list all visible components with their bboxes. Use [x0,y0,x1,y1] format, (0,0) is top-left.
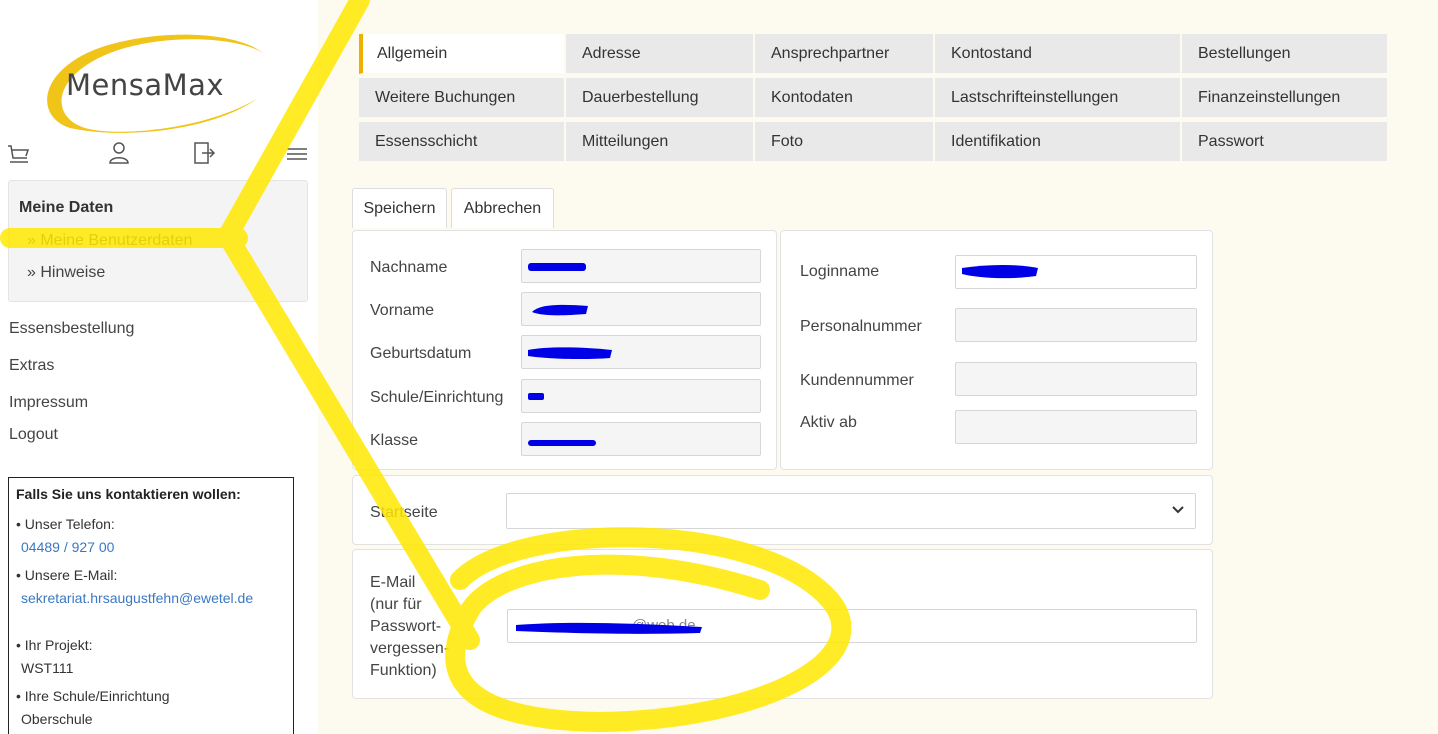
panel-email: E-Mail (nur für Passwort- vergessen- Fun… [352,549,1213,699]
redaction-mark [528,440,596,446]
tab-adresse[interactable]: Adresse [566,34,753,74]
cart-icon[interactable] [6,140,36,170]
contact-school-label: • Ihre Schule/Einrichtung [16,688,170,704]
input-schule[interactable] [521,379,761,413]
label-loginname: Loginname [800,263,880,280]
startseite-select[interactable] [506,493,1196,529]
label-email-line-2: (nur für [370,596,422,613]
tab-mitteilungen[interactable]: Mitteilungen [566,122,753,162]
nav-meine-daten: Meine Daten » Meine Benutzerdaten » Hinw… [8,180,308,302]
label-email-line-4: vergessen- [370,640,450,657]
label-startseite: Startseite [370,504,438,521]
label-klasse: Klasse [370,432,419,449]
label-nachname: Nachname [370,259,448,276]
link-logout[interactable]: Logout [9,426,58,444]
label-email-line-5: Funktion) [370,662,437,679]
menu-icon[interactable] [284,140,314,170]
tab-passwort[interactable]: Passwort [1182,122,1387,162]
label-schule: Schule/Einrichtung [370,389,504,406]
panel-account-data: Loginname Personalnummer Kundennummer Ak… [780,230,1213,470]
contact-project-label: • Ihr Projekt: [16,637,93,653]
panel-personal-data: Nachname Vorname Geburtsdatum Schule/Ein… [352,230,777,470]
nav-item-meine-benutzerdaten[interactable]: » Meine Benutzerdaten [27,232,192,250]
tab-lastschrifteinstellungen[interactable]: Lastschrifteinstellungen [935,78,1180,118]
tab-essensschicht[interactable]: Essensschicht [359,122,564,162]
redaction-mark [532,304,588,316]
redaction-mark [528,393,544,400]
input-kundennummer[interactable] [955,362,1197,396]
tab-weitere-buchungen[interactable]: Weitere Buchungen [359,78,564,118]
contact-project-value: WST111 [21,660,74,676]
contact-box: Falls Sie uns kontaktieren wollen: • Uns… [8,477,294,734]
tab-dauerbestellung[interactable]: Dauerbestellung [566,78,753,118]
label-geburtsdatum: Geburtsdatum [370,345,472,362]
input-vorname[interactable] [521,292,761,326]
tab-foto[interactable]: Foto [755,122,933,162]
contact-title: Falls Sie uns kontaktieren wollen: [16,486,241,502]
input-klasse[interactable] [521,422,761,456]
label-kundennummer: Kundennummer [800,372,914,389]
mensamax-logo[interactable]: MensaMax [30,20,290,135]
save-button[interactable]: Speichern [352,188,447,228]
user-icon[interactable] [106,140,136,170]
redaction-mark [528,263,586,271]
redaction-mark [516,622,702,634]
tab-finanzeinstellungen[interactable]: Finanzeinstellungen [1182,78,1387,118]
tab-bestellungen[interactable]: Bestellungen [1182,34,1387,74]
tab-kontostand[interactable]: Kontostand [935,34,1180,74]
label-email-line-3: Passwort- [370,618,442,635]
input-nachname[interactable] [521,249,761,283]
tab-kontodaten[interactable]: Kontodaten [755,78,933,118]
nav-item-hinweise[interactable]: » Hinweise [27,264,105,282]
sidebar-toolbar [0,140,318,172]
input-loginname[interactable] [955,255,1197,289]
link-essensbestellung[interactable]: Essensbestellung [9,320,134,338]
label-personalnummer: Personalnummer [800,318,922,335]
link-extras[interactable]: Extras [9,357,54,375]
tab-ansprechpartner[interactable]: Ansprechpartner [755,34,933,74]
redaction-mark [528,347,612,360]
tab-bar: Allgemein Adresse Ansprechpartner Kontos… [359,34,1387,162]
contact-phone-link[interactable]: 04489 / 927 00 [21,539,114,555]
link-impressum[interactable]: Impressum [9,394,88,412]
logo-text: MensaMax [66,68,225,102]
contact-school-value: Oberschule [21,711,93,727]
input-personalnummer[interactable] [955,308,1197,342]
chevron-down-icon [1172,506,1184,514]
input-aktiv-ab[interactable] [955,410,1197,444]
tab-allgemein[interactable]: Allgemein [359,34,564,74]
tab-identifikation[interactable]: Identifikation [935,122,1180,162]
input-email[interactable]: @web.de [507,609,1197,643]
label-email-line-1: E-Mail [370,574,416,591]
contact-email-label: • Unsere E-Mail: [16,567,118,583]
sidebar: MensaMax Meine Daten » Meine Benutzerdat… [0,0,318,734]
contact-phone-label: • Unser Telefon: [16,516,115,532]
cancel-button[interactable]: Abbrechen [451,188,554,228]
input-geburtsdatum[interactable] [521,335,761,369]
label-vorname: Vorname [370,302,435,319]
logout-icon[interactable] [190,140,220,170]
redaction-mark [962,265,1038,279]
label-aktiv-ab: Aktiv ab [800,414,857,431]
nav-title: Meine Daten [19,199,114,216]
contact-email-link[interactable]: sekretariat.hrsaugustfehn@ewetel.de [21,590,253,606]
